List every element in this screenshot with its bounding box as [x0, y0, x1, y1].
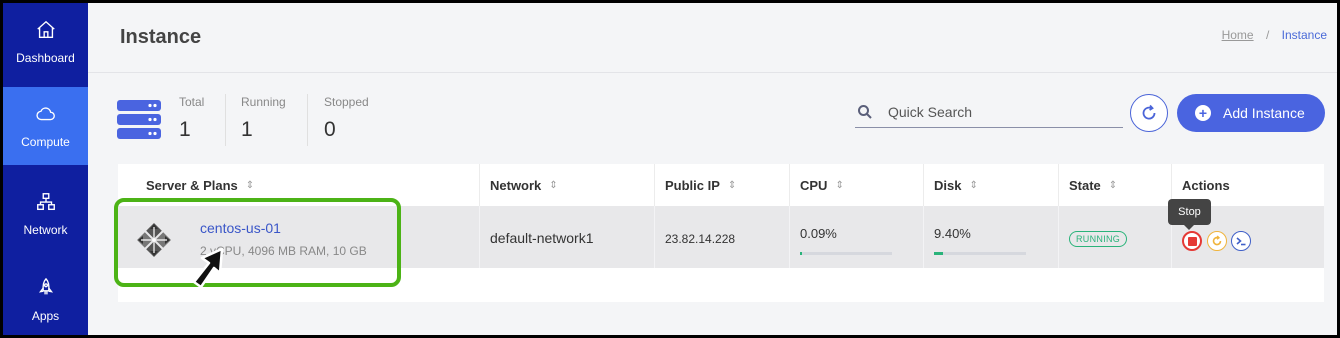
breadcrumb: Home / Instance: [1222, 28, 1327, 42]
column-header-label: State: [1069, 177, 1101, 193]
rocket-icon: [38, 277, 53, 295]
stat-total-value: 1: [179, 118, 191, 141]
stop-icon: [1187, 236, 1197, 246]
stat-stopped: Stopped 0: [324, 95, 369, 142]
home-icon: [36, 20, 55, 39]
stat-total-label: Total: [179, 95, 205, 109]
refresh-button[interactable]: [1130, 94, 1168, 132]
instance-name-link[interactable]: centos-us-01: [200, 220, 281, 236]
instance-table: Server & Plans ⇕ Network ⇕ Public IP ⇕ CPU ⇕…: [118, 164, 1324, 302]
instance-spec: 2 vCPU, 4096 MB RAM, 10 GB: [200, 244, 367, 258]
cell-public-ip: 23.82.14.228: [655, 206, 790, 268]
sidebar-item-label: Dashboard: [16, 51, 75, 65]
column-header-state[interactable]: State ⇕: [1059, 164, 1172, 206]
column-header-public-ip[interactable]: Public IP ⇕: [655, 164, 790, 206]
sort-icon: ⇕: [549, 179, 558, 191]
plus-circle-icon: +: [1195, 105, 1211, 121]
disk-value: 9.40%: [934, 226, 971, 241]
cpu-usage-fill: [800, 252, 802, 255]
stop-button[interactable]: [1182, 231, 1202, 251]
centos-logo-icon: [137, 223, 171, 257]
disk-usage-bar: [934, 252, 1026, 255]
sort-icon: ⇕: [727, 179, 737, 191]
sidebar-item-network[interactable]: Network: [3, 175, 88, 253]
column-header-label: CPU: [800, 177, 828, 193]
search-input[interactable]: [888, 100, 1118, 124]
stat-running-value: 1: [241, 118, 253, 141]
stat-stopped-label: Stopped: [324, 95, 369, 109]
restart-button[interactable]: [1207, 231, 1227, 251]
page-title: Instance: [120, 26, 202, 48]
sort-icon: ⇕: [835, 179, 844, 191]
cell-cpu: 0.09%: [790, 206, 924, 268]
column-header-label: Public IP: [665, 177, 720, 193]
column-header-server[interactable]: Server & Plans ⇕: [118, 164, 480, 206]
cell-disk: 9.40%: [924, 206, 1059, 268]
sidebar-item-dashboard[interactable]: Dashboard: [3, 3, 88, 81]
cloud-icon: [35, 107, 55, 121]
network-value: default-network1: [490, 230, 594, 246]
column-header-disk[interactable]: Disk ⇕: [924, 164, 1059, 206]
cpu-value: 0.09%: [800, 226, 837, 241]
status-badge: RUNNING: [1069, 231, 1128, 247]
column-header-network[interactable]: Network ⇕: [480, 164, 655, 206]
sidebar-item-label: Compute: [21, 135, 70, 149]
restart-icon: [1212, 235, 1222, 246]
sidebar-item-label: Apps: [31, 309, 60, 323]
terminal-icon: [1236, 237, 1246, 246]
add-instance-label: Add Instance: [1223, 105, 1305, 121]
refresh-icon: [1142, 104, 1156, 120]
cell-network: default-network1: [480, 206, 655, 268]
network-icon: [36, 193, 55, 211]
quick-search: [855, 96, 1123, 128]
stop-tooltip: Stop: [1168, 199, 1211, 230]
stat-running: Running 1: [241, 95, 286, 142]
sort-icon: ⇕: [969, 179, 978, 191]
sidebar-item-label: Network: [23, 223, 68, 237]
cell-state: RUNNING: [1059, 206, 1172, 268]
page-header: Instance Home / Instance: [88, 3, 1337, 73]
server-stack-icon: [117, 100, 161, 139]
breadcrumb-home-link[interactable]: Home: [1222, 28, 1254, 42]
divider: [225, 94, 226, 146]
sort-icon: ⇕: [245, 179, 255, 191]
divider: [307, 94, 308, 146]
console-button[interactable]: [1231, 231, 1251, 251]
sidebar-item-apps[interactable]: Apps: [3, 261, 88, 335]
column-header-label: Server & Plans: [146, 177, 238, 193]
cpu-usage-bar: [800, 252, 892, 255]
cell-server: centos-us-01 2 vCPU, 4096 MB RAM, 10 GB: [118, 206, 480, 268]
table-row[interactable]: centos-us-01 2 vCPU, 4096 MB RAM, 10 GB …: [118, 206, 1324, 268]
sidebar-item-compute[interactable]: Compute: [3, 87, 88, 165]
column-header-cpu[interactable]: CPU ⇕: [790, 164, 924, 206]
column-header-label: Network: [490, 177, 542, 193]
stat-stopped-value: 0: [324, 118, 336, 141]
public-ip-value: 23.82.14.228: [665, 232, 736, 246]
add-instance-button[interactable]: + Add Instance: [1177, 94, 1325, 132]
sort-icon: ⇕: [1108, 179, 1118, 191]
breadcrumb-current: Instance: [1281, 28, 1327, 42]
breadcrumb-separator: /: [1265, 28, 1270, 42]
sidebar: Dashboard Compute Network Apps: [3, 3, 88, 335]
stat-total: Total 1: [179, 95, 204, 142]
column-header-label: Disk: [934, 177, 962, 193]
column-header-label: Actions: [1182, 177, 1230, 193]
disk-usage-fill: [934, 252, 943, 255]
stat-running-label: Running: [241, 95, 286, 109]
search-icon: [858, 105, 872, 119]
